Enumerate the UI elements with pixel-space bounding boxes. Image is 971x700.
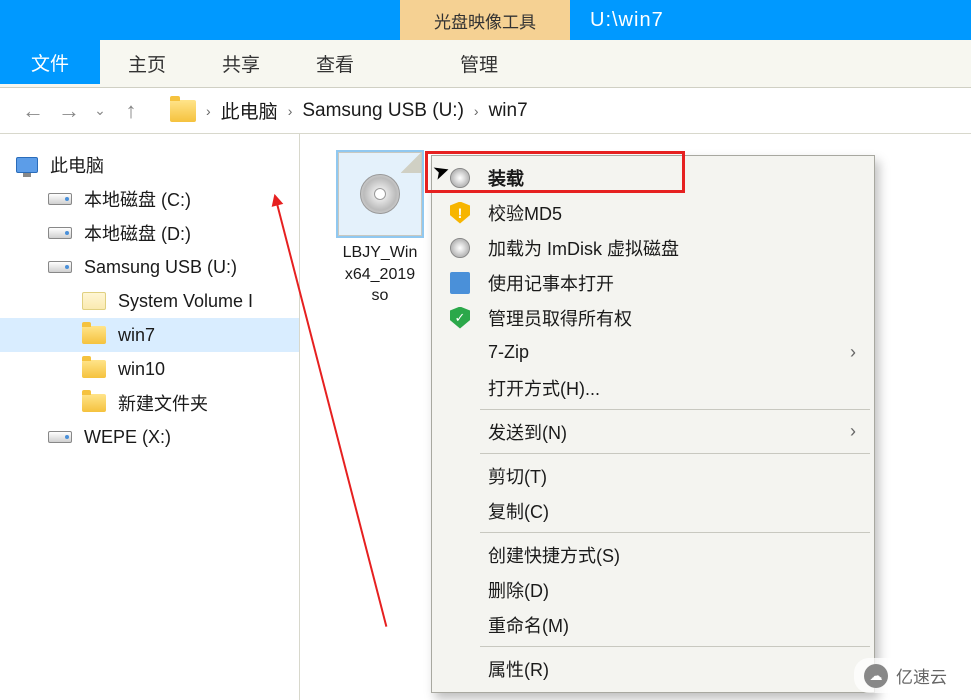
tree-this-pc[interactable]: 此电脑 [0,148,299,182]
ctx-imdisk[interactable]: 加载为 ImDisk 虚拟磁盘 [434,230,872,265]
ribbon-tab-manage[interactable]: 管理 [432,40,526,77]
nav-history-icon[interactable]: ⌄ [90,102,110,119]
titlebar-tool-context: 光盘映像工具 [400,0,570,40]
tree-folder-svi[interactable]: System Volume I [0,284,299,318]
title-bar: 光盘映像工具 U:\win7 [0,0,971,40]
tree-label: Samsung USB (U:) [84,257,237,278]
ctx-send-to[interactable]: 发送到(N) › [434,414,872,449]
menu-separator [480,453,870,454]
ctx-admin-own[interactable]: ✓ 管理员取得所有权 [434,300,872,335]
ctx-label: 7-Zip [488,342,529,363]
ribbon-tab-home[interactable]: 主页 [100,40,194,77]
breadcrumb-folder[interactable]: win7 [489,100,528,122]
tree-drive-c[interactable]: 本地磁盘 (C:) [0,182,299,216]
iso-file-icon [338,152,422,236]
chevron-right-icon: › [474,103,479,119]
ctx-verify-md5[interactable]: ! 校验MD5 [434,195,872,230]
watermark-text: 亿速云 [896,663,947,688]
shield-warning-icon: ! [448,201,472,225]
tree-label: 本地磁盘 (C:) [84,186,191,212]
chevron-right-icon: › [850,421,856,442]
ctx-label: 装载 [488,165,524,191]
ctx-label: 删除(D) [488,577,549,603]
ctx-copy[interactable]: 复制(C) [434,493,872,528]
notepad-icon [448,271,472,295]
tree-folder-new[interactable]: 新建文件夹 [0,386,299,420]
nav-back-icon[interactable]: ← [18,98,48,124]
ctx-label: 剪切(T) [488,463,547,489]
address-bar[interactable]: › 此电脑 › Samsung USB (U:) › win7 [170,97,953,124]
nav-up-icon[interactable]: ↑ [116,98,146,124]
drive-icon [48,193,72,205]
ctx-delete[interactable]: 删除(D) [434,572,872,607]
ctx-label: 属性(R) [488,656,549,682]
disc-icon [448,236,472,260]
shield-check-icon: ✓ [448,306,472,330]
ctx-label: 发送到(N) [488,419,567,445]
ctx-label: 打开方式(H)... [488,375,600,401]
tree-folder-win10[interactable]: win10 [0,352,299,386]
ribbon-tabs: 文件 主页 共享 查看 管理 [0,40,971,88]
ctx-label: 创建快捷方式(S) [488,542,620,568]
ribbon-tab-view[interactable]: 查看 [288,40,382,77]
tree-label: System Volume I [118,291,253,312]
disc-icon [448,166,472,190]
folder-icon [82,292,106,310]
navigation-tree: 此电脑 本地磁盘 (C:) 本地磁盘 (D:) Samsung USB (U:)… [0,134,300,700]
menu-separator [480,532,870,533]
ctx-rename[interactable]: 重命名(M) [434,607,872,642]
ctx-cut[interactable]: 剪切(T) [434,458,872,493]
titlebar-left-spacer [0,0,400,40]
chevron-right-icon: › [850,342,856,363]
titlebar-path: U:\win7 [570,0,971,40]
tree-folder-win7[interactable]: win7 [0,318,299,352]
ctx-7zip[interactable]: 7-Zip › [434,335,872,370]
menu-separator [480,409,870,410]
folder-icon [82,360,106,378]
address-folder-icon [170,100,196,122]
drive-icon [48,431,72,443]
nav-forward-icon[interactable]: → [54,98,84,124]
tree-label: win7 [118,325,155,346]
chevron-right-icon: › [206,103,211,119]
ctx-label: 使用记事本打开 [488,270,614,296]
folder-icon [82,326,106,344]
ctx-notepad[interactable]: 使用记事本打开 [434,265,872,300]
chevron-right-icon: › [288,103,293,119]
navigation-bar: ← → ⌄ ↑ › 此电脑 › Samsung USB (U:) › win7 [0,88,971,134]
tree-drive-u[interactable]: Samsung USB (U:) [0,250,299,284]
ctx-label: 校验MD5 [488,200,562,226]
context-menu: 装载 ! 校验MD5 加载为 ImDisk 虚拟磁盘 使用记事本打开 ✓ 管理员… [431,155,875,693]
tree-label: 本地磁盘 (D:) [84,220,191,246]
ctx-mount[interactable]: 装载 [434,160,872,195]
drive-icon [48,261,72,273]
ctx-shortcut[interactable]: 创建快捷方式(S) [434,537,872,572]
breadcrumb-this-pc[interactable]: 此电脑 [221,97,278,124]
folder-icon [82,394,106,412]
tree-drive-x[interactable]: WEPE (X:) [0,420,299,454]
computer-icon [16,157,38,173]
ctx-properties[interactable]: 属性(R) [434,651,872,686]
ctx-label: 复制(C) [488,498,549,524]
menu-separator [480,646,870,647]
ctx-open-with[interactable]: 打开方式(H)... [434,370,872,405]
watermark: ☁ 亿速云 [854,658,961,693]
file-name-label: LBJY_Win x64_2019 so [330,242,430,307]
breadcrumb-drive[interactable]: Samsung USB (U:) [302,100,464,122]
drive-icon [48,227,72,239]
ctx-label: 加载为 ImDisk 虚拟磁盘 [488,235,679,261]
tree-drive-d[interactable]: 本地磁盘 (D:) [0,216,299,250]
ribbon-tab-share[interactable]: 共享 [194,40,288,77]
tree-label: 此电脑 [50,152,104,178]
tree-label: WEPE (X:) [84,427,171,448]
ribbon-file-tab[interactable]: 文件 [0,40,100,84]
file-iso[interactable]: LBJY_Win x64_2019 so [330,152,430,307]
tree-label: 新建文件夹 [118,390,208,416]
ctx-label: 管理员取得所有权 [488,305,632,331]
tree-label: win10 [118,359,165,380]
cloud-icon: ☁ [864,664,888,688]
ctx-label: 重命名(M) [488,612,569,638]
